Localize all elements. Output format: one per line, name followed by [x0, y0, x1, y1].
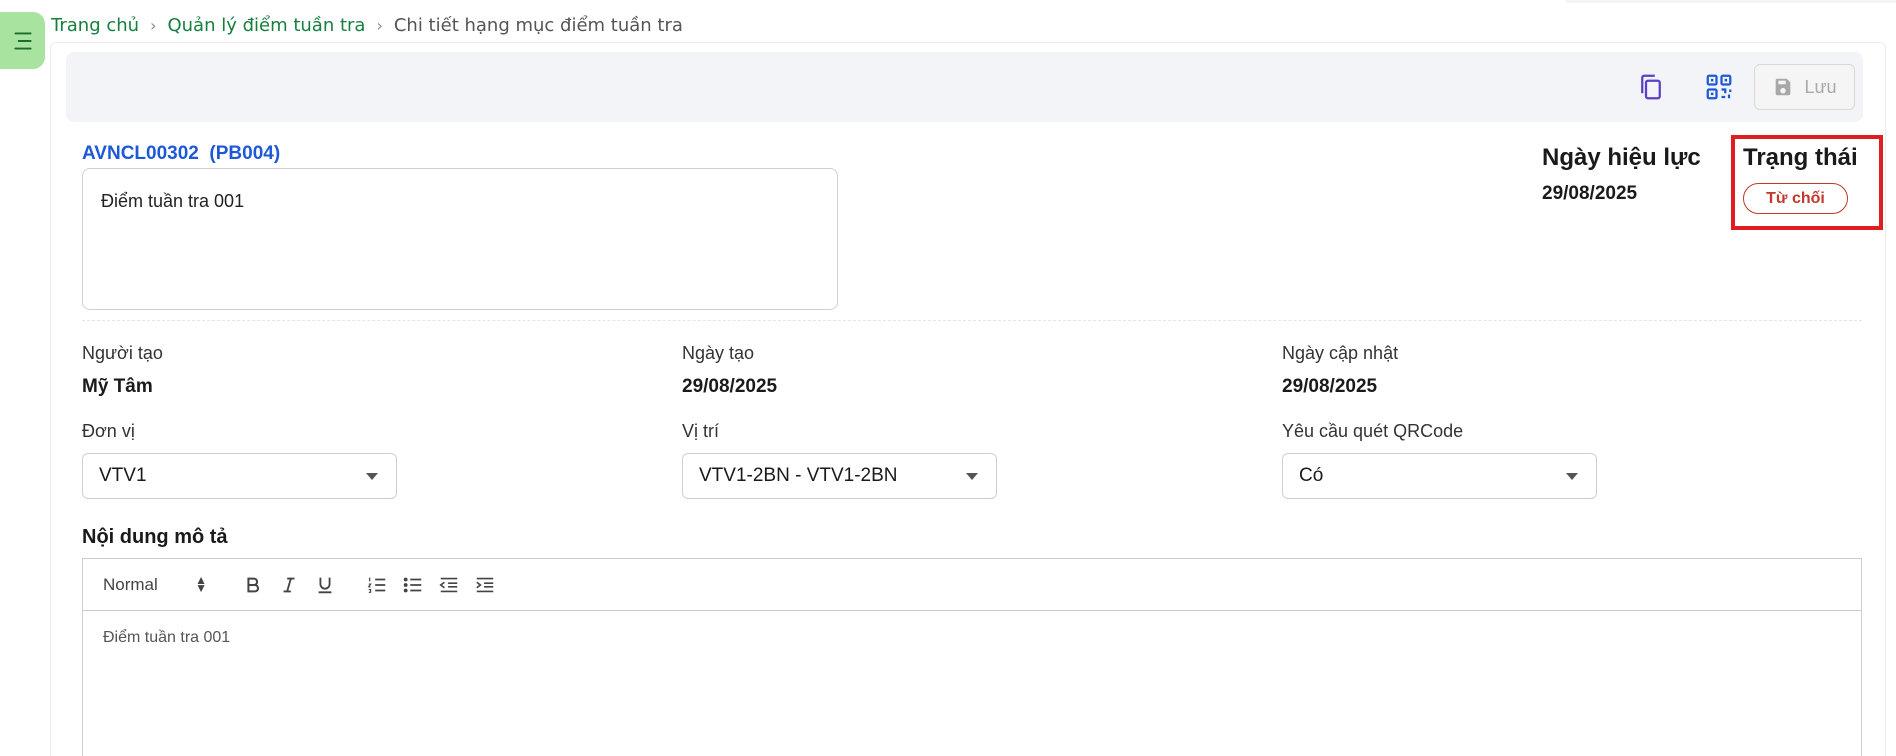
qr-code-button[interactable]: [1702, 70, 1736, 104]
italic-button[interactable]: [277, 573, 301, 597]
breadcrumb-chevron-icon: ›: [376, 15, 383, 35]
bullet-list-button[interactable]: [401, 573, 425, 597]
bullet-list-icon: [403, 577, 422, 593]
breadcrumb-chevron-icon: ›: [150, 15, 157, 35]
caret-down-icon: [366, 473, 378, 480]
action-toolbar: Lưu: [66, 52, 1863, 122]
italic-icon: [283, 577, 295, 593]
breadcrumb-home-link[interactable]: Trang chủ: [51, 15, 139, 36]
underline-button[interactable]: [313, 573, 337, 597]
description-label: Nội dung mô tả: [82, 526, 228, 548]
ordered-list-icon: [367, 577, 386, 593]
unit-label: Đơn vị: [82, 421, 135, 441]
creator-value: Mỹ Tâm: [82, 376, 153, 397]
underline-icon: [318, 577, 332, 594]
ordered-list-button[interactable]: [365, 573, 389, 597]
menu-icon: [13, 31, 32, 50]
editor-toolbar: Normal ▲ ▼: [83, 559, 1861, 611]
outdent-button[interactable]: [437, 573, 461, 597]
caret-down-icon: [1566, 473, 1578, 480]
qr-required-label: Yêu cầu quét QRCode: [1282, 421, 1464, 441]
qr-required-select[interactable]: Có: [1282, 453, 1597, 499]
created-date-value: 29/08/2025: [682, 376, 778, 397]
copy-icon: [1641, 74, 1661, 100]
effective-date-label: Ngày hiệu lực: [1542, 144, 1701, 171]
created-date-label: Ngày tạo: [682, 343, 755, 363]
editor-content-area[interactable]: Điểm tuần tra 001: [83, 611, 1861, 665]
save-button-label: Lưu: [1804, 76, 1837, 97]
location-label: Vị trí: [682, 421, 720, 441]
bold-icon: [247, 577, 259, 593]
rich-text-editor: Normal ▲ ▼ Điểm tuần tra 001: [82, 558, 1862, 756]
unit-select-value: VTV1: [99, 465, 147, 486]
heading-format-select[interactable]: Normal ▲ ▼: [103, 571, 213, 599]
qr-code-icon: [1706, 74, 1732, 100]
bold-button[interactable]: [241, 573, 265, 597]
caret-down-icon: [966, 473, 978, 480]
creator-label: Người tạo: [82, 343, 163, 363]
unit-select[interactable]: VTV1: [82, 453, 397, 499]
section-divider: [82, 320, 1862, 321]
location-select-value: VTV1-2BN - VTV1-2BN: [699, 465, 898, 486]
updated-date-value: 29/08/2025: [1282, 376, 1378, 397]
record-name-textarea[interactable]: Điểm tuần tra 001: [82, 168, 838, 310]
outdent-icon: [439, 577, 458, 593]
status-badge: Từ chối: [1743, 183, 1848, 214]
save-icon: [1776, 78, 1791, 96]
indent-icon: [476, 577, 494, 593]
top-scroll-track: [1566, 0, 1896, 3]
breadcrumb-parent-link[interactable]: Quản lý điểm tuần tra: [167, 15, 365, 36]
copy-button[interactable]: [1634, 70, 1668, 104]
menu-toggle-button[interactable]: [0, 12, 45, 69]
indent-button[interactable]: [473, 573, 497, 597]
status-label: Trạng thái: [1743, 144, 1858, 171]
location-select[interactable]: VTV1-2BN - VTV1-2BN: [682, 453, 997, 499]
save-button[interactable]: Lưu: [1754, 64, 1855, 110]
breadcrumb: Trang chủ › Quản lý điểm tuần tra › Chi …: [51, 12, 683, 38]
heading-format-value: Normal: [103, 575, 158, 594]
qr-required-select-value: Có: [1299, 465, 1324, 486]
updown-icon: ▲ ▼: [195, 573, 207, 595]
breadcrumb-current: Chi tiết hạng mục điểm tuần tra: [393, 14, 683, 36]
updated-date-label: Ngày cập nhật: [1282, 343, 1399, 363]
record-code: AVNCL00302 (PB004): [82, 143, 281, 164]
effective-date-value: 29/08/2025: [1542, 183, 1638, 204]
